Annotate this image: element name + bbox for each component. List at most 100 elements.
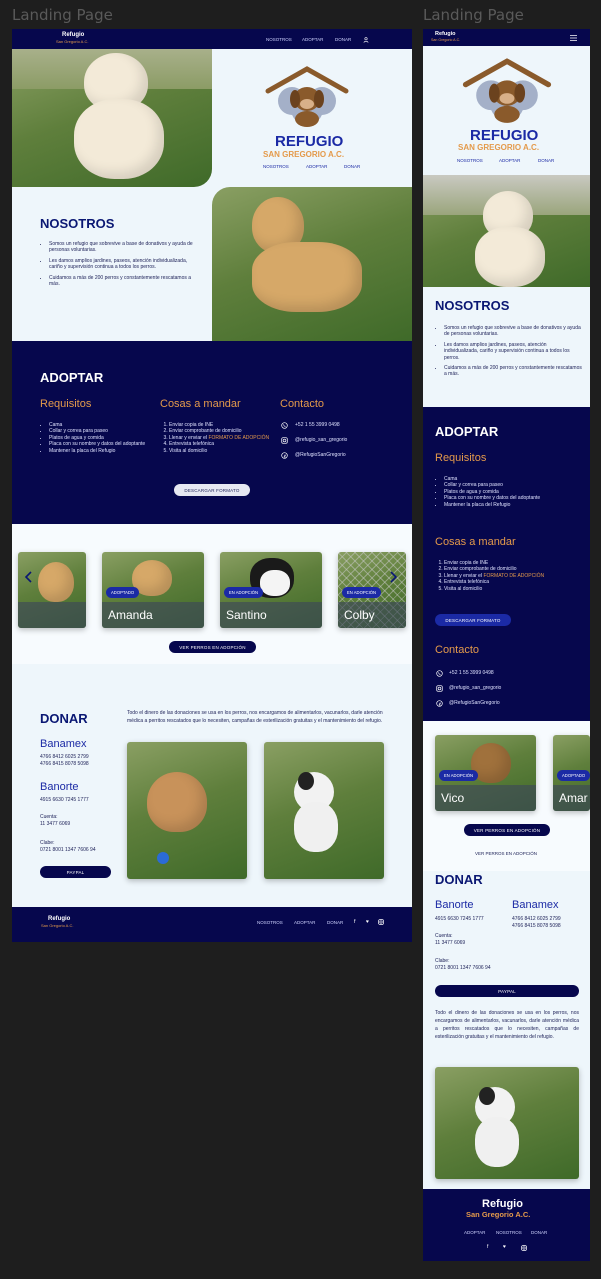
facebook-icon[interactable]: f — [487, 1244, 488, 1250]
mobile-nosotros-list: Somos un refugio que sobrevive a base de… — [435, 325, 582, 378]
cosa-item: Visita al domicilio — [444, 586, 589, 592]
mobile-adoptar-section: ADOPTAR Requisitos Cama Collar y correa … — [423, 407, 590, 721]
contacto-phone[interactable]: +52 1 55 3999 0498 — [295, 422, 340, 428]
mobile-clabe-value: 0721 8001 1347 7606 94 — [435, 965, 491, 971]
dog-name: Colby — [344, 608, 375, 622]
hero-link-donar[interactable]: DONAR — [344, 164, 360, 169]
footer-link-donar[interactable]: DONAR — [327, 920, 343, 925]
nosotros-item: Les damos amplios jardines, paseos, aten… — [444, 342, 582, 361]
mobile-descargar-button[interactable]: DESCARGAR FORMATO — [435, 614, 511, 626]
mobile-footer-link-nosotros[interactable]: NOSOTROS — [496, 1230, 522, 1235]
adoption-status-badge: EN ADOPCIÓN — [342, 587, 382, 598]
banorte-line: 4915 6630 7245 1777 — [40, 797, 89, 803]
nav-link-donar[interactable]: DONAR — [335, 37, 351, 42]
user-icon[interactable] — [362, 36, 369, 43]
mobile-contacto-phone[interactable]: +52 1 55 3999 0498 — [449, 670, 494, 676]
mobile-paypal-button[interactable]: PAYPAL — [435, 985, 579, 997]
adoption-status-badge: ADOPTADO — [557, 770, 590, 781]
desktop-navbar: Refugio San Gregorio A.C. NOSOTROS ADOPT… — [12, 29, 412, 49]
mobile-clabe-label: Clabe: — [435, 958, 450, 964]
formato-link[interactable]: FORMATO DE ADOPCIÓN — [208, 435, 269, 441]
donar-dog-photo-2 — [264, 742, 384, 879]
mobile-nosotros-title: NOSOTROS — [435, 298, 510, 313]
frame-label-desktop: Landing Page — [12, 6, 113, 24]
dog-card[interactable]: EN ADOPCIÓN Santino — [220, 552, 322, 628]
nosotros-item: Cuidamos a más de 200 perros y constante… — [49, 275, 199, 288]
hero-link-adoptar[interactable]: ADOPTAR — [306, 164, 327, 169]
mobile-contacto-facebook[interactable]: @RefugioSanGregorio — [449, 700, 500, 706]
mobile-adoptar-title: ADOPTAR — [435, 424, 499, 439]
dog-card[interactable]: ADOPTADO Amar — [553, 735, 590, 811]
banamex-line: 4766 8412 6025 2799 — [40, 754, 89, 760]
whatsapp-icon — [435, 669, 443, 677]
dog-card[interactable]: EN ADOPCIÓN Vico — [435, 735, 536, 811]
ver-perros-button[interactable]: VER PERROS EN ADOPCIÓN — [169, 641, 256, 653]
mobile-cuenta-label: Cuenta: — [435, 933, 453, 939]
cosa-text: Llenar y enviar el — [169, 434, 208, 441]
carousel-next-icon[interactable] — [388, 570, 400, 584]
hero-link-nosotros[interactable]: NOSOTROS — [263, 164, 289, 169]
mobile-banamex-line: 4766 8415 8078 5098 — [512, 923, 561, 929]
mobile-contacto-instagram[interactable]: @refugio_san_gregorio — [449, 685, 501, 691]
facebook-icon — [435, 699, 443, 707]
nav-link-nosotros[interactable]: NOSOTROS — [266, 37, 292, 42]
facebook-icon[interactable]: f — [354, 919, 356, 925]
contacto-instagram[interactable]: @refugio_san_gregorio — [295, 437, 347, 443]
nav-brand-sub: San Gregorio A.C. — [56, 39, 89, 44]
paypal-button[interactable]: PAYPAL — [40, 866, 111, 878]
carousel-prev-icon[interactable] — [22, 570, 34, 584]
adoption-status-badge: EN ADOPCIÓN — [224, 587, 264, 598]
dog-card[interactable]: ADOPTADO Amanda — [102, 552, 204, 628]
nav-link-adoptar[interactable]: ADOPTAR — [302, 37, 323, 42]
instagram-icon[interactable] — [378, 919, 384, 925]
footer-link-adoptar[interactable]: ADOPTAR — [294, 920, 315, 925]
adoptar-title: ADOPTAR — [40, 370, 104, 385]
mobile-hero-link-adoptar[interactable]: ADOPTAR — [499, 158, 520, 163]
formato-link[interactable]: FORMATO DE ADOPCIÓN — [483, 573, 544, 579]
desktop-frame: Refugio San Gregorio A.C. NOSOTROS ADOPT… — [12, 29, 412, 942]
mobile-ver-perros-button[interactable]: VER PERROS EN ADOPCIÓN — [464, 824, 550, 836]
hero-subtitle: SAN GREGORIO A.C. — [263, 150, 345, 159]
desktop-footer: Refugio San Gregorio A.C. NOSOTROS ADOPT… — [12, 907, 412, 942]
mobile-hero-photo — [423, 175, 590, 287]
hero-title: REFUGIO — [275, 133, 344, 150]
white-dog-body — [74, 99, 164, 179]
nav-brand-title[interactable]: Refugio — [62, 32, 84, 38]
mobile-hero-link-nosotros[interactable]: NOSOTROS — [457, 158, 483, 163]
cosas-list: Enviar copia de INE Enviar comprobante d… — [160, 422, 284, 454]
dog-card[interactable] — [18, 552, 86, 628]
mobile-requisitos-list: Cama Collar y correa para paseo Platos d… — [435, 476, 584, 508]
mobile-cuenta-value: 11 3477 6069 — [435, 940, 466, 946]
footer-brand-sub: San Gregorio A.C. — [41, 923, 74, 928]
contacto-facebook[interactable]: @RefugioSanGregorio — [295, 452, 346, 458]
footer-link-nosotros[interactable]: NOSOTROS — [257, 920, 283, 925]
requisitos-list: Cama Collar y correa para paseo Platos d… — [40, 422, 159, 454]
mobile-brand-title[interactable]: Refugio — [435, 31, 455, 37]
twitter-icon[interactable]: ♥ — [503, 1244, 506, 1250]
hamburger-menu-icon[interactable] — [569, 34, 577, 41]
mobile-footer-brand-title: Refugio — [482, 1198, 523, 1210]
mobile-hero-link-donar[interactable]: DONAR — [538, 158, 554, 163]
mobile-footer: Refugio San Gregorio A.C. ADOPTAR NOSOTR… — [423, 1189, 590, 1261]
descargar-formato-button[interactable]: DESCARGAR FORMATO — [174, 484, 250, 496]
nosotros-item: Somos un refugio que sobrevive a base de… — [49, 241, 199, 254]
nosotros-list: Somos un refugio que sobrevive a base de… — [40, 241, 199, 287]
mobile-banorte-line: 4915 6630 7245 1777 — [435, 916, 484, 922]
mobile-frame: Refugio San Gregorio A.C. REFUGIO SAN GR… — [423, 29, 590, 1261]
mobile-requisitos-title: Requisitos — [435, 452, 487, 464]
mobile-dogs-carousel: EN ADOPCIÓN Vico ADOPTADO Amar VER PERRO… — [423, 721, 590, 871]
dog-card[interactable]: EN ADOPCIÓN Colby — [338, 552, 406, 628]
banorte-title: Banorte — [40, 781, 79, 793]
mobile-ver-perros-link[interactable]: VER PERROS EN ADOPCIÓN — [475, 851, 537, 856]
twitter-icon[interactable]: ♥ — [366, 919, 369, 925]
mobile-hero-subtitle: SAN GREGORIO A.C. — [458, 143, 540, 152]
mobile-footer-link-donar[interactable]: DONAR — [531, 1230, 547, 1235]
mobile-donar-title: DONAR — [435, 872, 483, 887]
banamex-line: 4766 8415 8078 5098 — [40, 761, 89, 767]
mobile-footer-link-adoptar[interactable]: ADOPTAR — [464, 1230, 485, 1235]
instagram-icon[interactable] — [521, 1245, 527, 1251]
mobile-cosas-list: Enviar copia de INE Enviar comprobante d… — [435, 560, 589, 592]
facebook-icon — [280, 451, 288, 459]
clabe-value: 0721 8001 1347 7606 94 — [40, 847, 96, 853]
frame-label-mobile: Landing Page — [423, 6, 524, 24]
